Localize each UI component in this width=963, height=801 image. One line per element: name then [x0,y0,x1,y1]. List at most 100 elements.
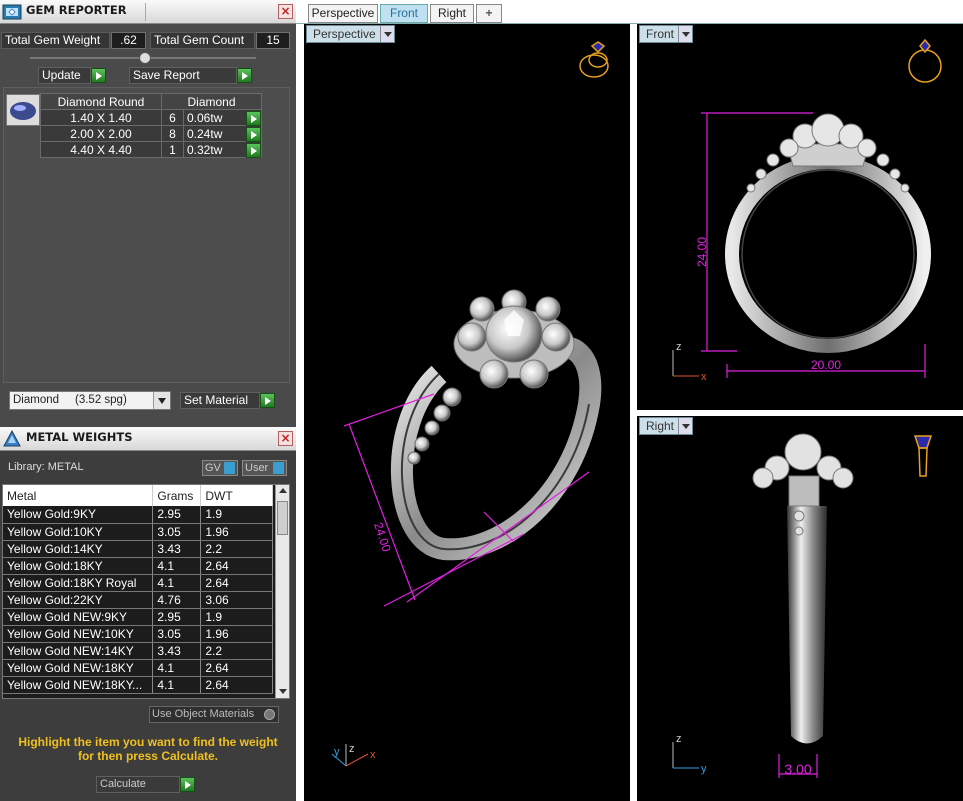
save-report-button[interactable]: Save Report [129,67,237,84]
table-row[interactable]: Yellow Gold NEW:18KY... 4.1 2.64 [3,676,273,694]
grams-col-header: Grams [152,485,202,506]
metal-grams: 3.05 [152,523,202,541]
right-ring-render: 3.00 z y [672,433,933,778]
close-icon[interactable]: × [278,4,293,19]
set-material-button[interactable]: Set Material [180,392,260,409]
metal-dwt: 1.96 [200,523,273,541]
use-object-materials-toggle[interactable]: Use Object Materials [149,706,279,723]
total-gem-count-label: Total Gem Count [150,32,255,49]
table-row[interactable]: Yellow Gold:18KY 4.1 2.64 [3,557,273,575]
gem-count: 8 [161,125,184,142]
metal-dwt: 2.64 [200,557,273,575]
metal-dwt: 1.96 [200,625,273,643]
calculate-button[interactable]: Calculate [96,776,180,793]
tab-front[interactable]: Front [380,4,428,23]
metal-grams: 2.95 [152,506,202,524]
table-row[interactable]: Yellow Gold NEW:18KY 4.1 2.64 [3,659,273,677]
set-material-play-icon[interactable] [260,393,275,408]
metal-grams: 4.1 [152,574,202,592]
tab-right[interactable]: Right [430,4,474,23]
gem-size: 4.40 X 4.40 [40,141,162,158]
use-object-materials-label: Use Object Materials [152,708,255,720]
table-row[interactable]: Yellow Gold:10KY 3.05 1.96 [3,523,273,541]
gem-row-play-icon[interactable] [246,143,261,158]
add-tab-button[interactable]: + [476,4,502,23]
front-height-dimension: 24.00 [695,237,709,267]
right-viewport[interactable]: Right 3.00 z y [637,416,963,801]
metal-grams: 3.43 [152,540,202,558]
update-button[interactable]: Update [38,67,91,84]
metal-name: Yellow Gold:14KY [3,540,154,558]
gem-row[interactable]: 1.40 X 1.40 6 0.06tw [40,109,262,126]
gem-reporter-icon [2,4,22,20]
metal-dwt: 2.64 [200,676,273,694]
front-ring-render: 24.00 20.00 z x [672,38,942,383]
metal-grams: 4.76 [152,591,202,609]
metal-dwt: 1.9 [200,608,273,626]
axis-z-label: z [349,743,355,755]
diamond-thumbnail-icon [6,94,40,126]
metal-name: Yellow Gold NEW:14KY [3,642,154,660]
table-row[interactable]: Yellow Gold:9KY 2.95 1.9 [3,506,273,524]
table-row[interactable]: Yellow Gold:14KY 3.43 2.2 [3,540,273,558]
plus-icon: + [485,6,493,20]
viewport-area: Perspective Front Right + Perspective 24… [296,0,963,801]
dwt-col-header: DWT [200,485,273,506]
ring-view-icon [913,435,933,477]
metal-grams: 4.1 [152,676,202,694]
metal-name: Yellow Gold:9KY [3,506,154,524]
table-row[interactable]: Yellow Gold:18KY Royal 4.1 2.64 [3,574,273,592]
gem-col-header: Diamond Round [40,93,162,110]
metal-name: Yellow Gold NEW:10KY [3,625,154,643]
metal-list-scrollbar[interactable] [275,485,289,698]
table-row[interactable]: Yellow Gold NEW:9KY 2.95 1.9 [3,608,273,626]
axis-triad: y z x [331,743,376,767]
total-gem-weight-label: Total Gem Weight [1,32,110,49]
tab-perspective[interactable]: Perspective [308,4,378,23]
scroll-down-icon[interactable] [279,689,287,694]
library-label: Library: METAL [8,461,84,473]
persp-dimension: 24.00 [371,521,394,554]
metal-dwt: 2.2 [200,642,273,660]
metal-table: Metal Grams DWT Yellow Gold:9KY 2.95 1.9 Y… [3,485,273,694]
metal-grams: 4.1 [152,659,202,677]
gem-weight: 0.32tw [187,142,223,157]
gem-row-play-icon[interactable] [246,127,261,142]
left-panel: GEM REPORTER × Total Gem Weight .62 Tota… [0,0,296,801]
scroll-up-icon[interactable] [279,488,287,493]
scroll-thumb[interactable] [277,501,288,535]
close-icon[interactable]: × [278,431,293,446]
gem-row[interactable]: 2.00 X 2.00 8 0.24tw [40,125,262,142]
front-width-dimension: 20.00 [811,358,841,372]
hint-text: Highlight the item you want to find the … [18,735,278,763]
gem-size: 1.40 X 1.40 [40,109,162,126]
metal-name: Yellow Gold:18KY Royal [3,574,154,592]
metal-name: Yellow Gold NEW:18KY [3,659,154,677]
gem-row[interactable]: 4.40 X 4.40 1 0.32tw [40,141,262,158]
metal-weights-icon [3,429,21,447]
material-select-value: Diamond (3.52 spg) [13,394,127,406]
gem-row-play-icon[interactable] [246,111,261,126]
material-select[interactable]: Diamond (3.52 spg) [9,391,171,410]
radio-icon[interactable] [264,709,275,720]
gem-count: 6 [161,109,184,126]
gv-info-icon [224,462,235,474]
table-row[interactable]: Yellow Gold NEW:14KY 3.43 2.2 [3,642,273,660]
table-row[interactable]: Yellow Gold:22KY 4.76 3.06 [3,591,273,609]
front-viewport[interactable]: Front 24.00 20.00 z x [637,24,963,410]
metal-col-header: Metal [3,485,154,506]
metal-weights-title: METAL WEIGHTS [26,430,133,444]
chevron-down-icon[interactable] [153,392,170,409]
panel-slider-handle[interactable] [139,52,151,64]
metal-list-area: Metal Grams DWT Yellow Gold:9KY 2.95 1.9 Y… [2,484,290,699]
update-play-icon[interactable] [91,68,106,83]
total-gem-count-value: 15 [256,32,290,49]
metal-weights-header: METAL WEIGHTS × [0,427,296,451]
perspective-viewport[interactable]: Perspective 24.00 y z x [304,24,630,801]
table-row[interactable]: Yellow Gold NEW:10KY 3.05 1.96 [3,625,273,643]
calculate-play-icon[interactable] [180,777,195,792]
metal-dwt: 2.2 [200,540,273,558]
metal-name: Yellow Gold:22KY [3,591,154,609]
ring-view-icon [908,38,942,83]
save-report-play-icon[interactable] [237,68,252,83]
